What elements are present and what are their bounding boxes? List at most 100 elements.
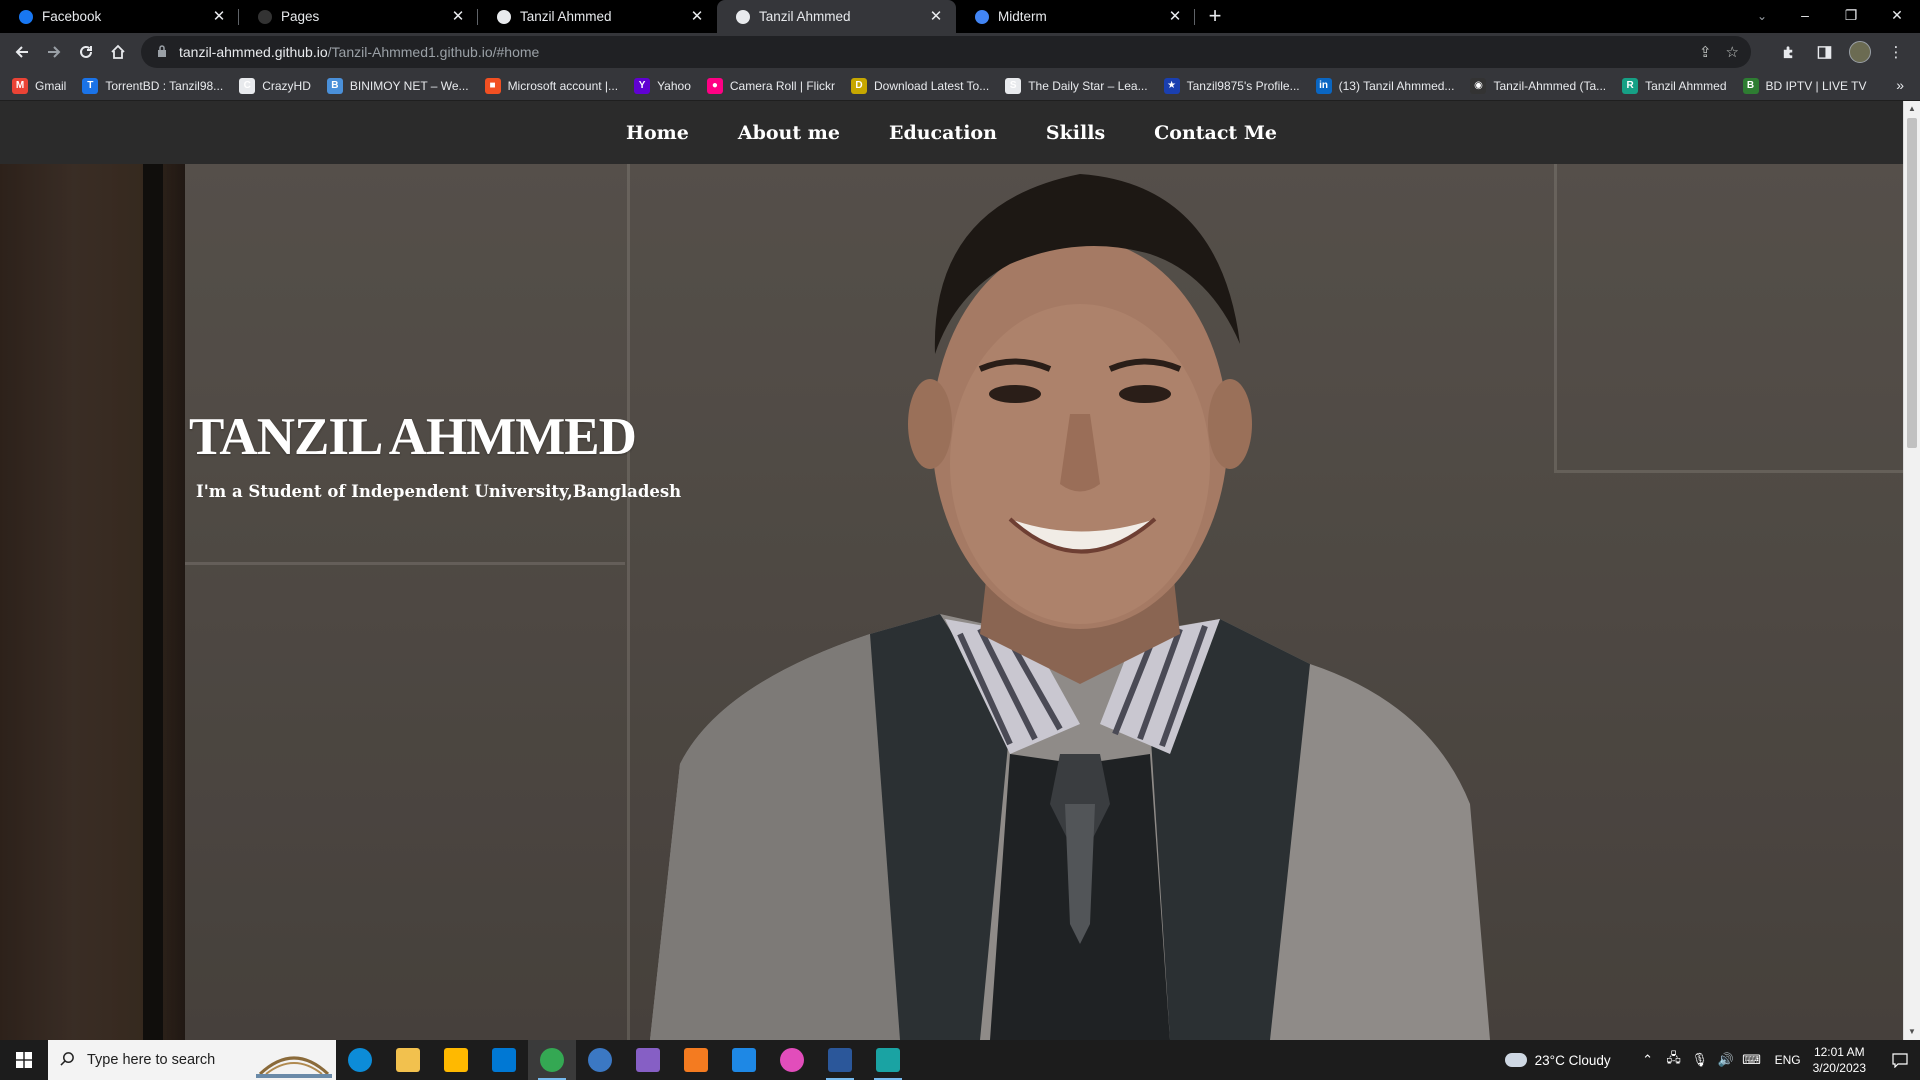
forward-button[interactable] (38, 36, 70, 68)
reload-icon (80, 45, 92, 58)
bookmark-star-icon[interactable]: ☆ (1726, 43, 1739, 61)
file-explorer-icon (396, 1048, 420, 1072)
close-tab-icon[interactable]: ✕ (450, 8, 466, 25)
browser-tab[interactable]: Midterm ✕ (956, 0, 1195, 33)
url-path: /Tanzil-Ahmmed1.github.io/#home (327, 44, 540, 60)
bookmark-item[interactable]: ● Camera Roll | Flickr (706, 77, 835, 94)
bookmark-item[interactable]: B BINIMOY NET – We... (326, 77, 469, 94)
qbittorrent-taskbar-button[interactable] (576, 1040, 624, 1080)
app-blue-taskbar-button[interactable] (720, 1040, 768, 1080)
binimoy-icon: B (326, 77, 343, 94)
lock-icon (157, 44, 167, 60)
messenger-taskbar-button[interactable] (768, 1040, 816, 1080)
crazyhd-icon: C (239, 77, 256, 94)
taskbar-search[interactable]: Type here to search (48, 1040, 336, 1080)
bookmarks-overflow-button[interactable]: » (1896, 77, 1904, 93)
windows-taskbar: Type here to search 23°C Cloudy ⌃ 🖧 🎙 🔊 … (0, 1040, 1920, 1080)
visual-studio-taskbar-button[interactable] (624, 1040, 672, 1080)
bookmark-item[interactable]: B BD IPTV | LIVE TV (1742, 77, 1866, 94)
start-button[interactable] (0, 1040, 48, 1080)
search-highlight-image (256, 1056, 332, 1078)
clock-date: 3/20/2023 (1812, 1061, 1866, 1075)
messenger-icon (780, 1048, 804, 1072)
volume-icon[interactable]: 🔊 (1715, 1052, 1737, 1068)
new-tab-button[interactable]: + (1201, 3, 1229, 31)
notification-center-icon[interactable] (1880, 1040, 1920, 1080)
classroom-icon (974, 9, 990, 25)
scroll-thumb[interactable] (1907, 118, 1917, 448)
minimize-button[interactable]: – (1782, 0, 1828, 30)
bookmark-item[interactable]: S The Daily Star – Lea... (1005, 77, 1148, 94)
github-icon (257, 9, 273, 25)
flickr-icon: ● (706, 77, 723, 94)
bookmark-item[interactable]: ★ Tanzil9875's Profile... (1163, 77, 1300, 94)
nav-education-link[interactable]: Education (889, 122, 997, 144)
bookmark-item[interactable]: in (13) Tanzil Ahmmed... (1315, 77, 1455, 94)
weather-widget[interactable]: 23°C Cloudy (1504, 1053, 1611, 1068)
address-bar[interactable]: tanzil-ahmmed.github.io/Tanzil-Ahmmed1.g… (141, 36, 1751, 68)
browser-tab[interactable]: Tanzil Ahmmed ✕ (717, 0, 956, 33)
image-app-taskbar-button[interactable] (864, 1040, 912, 1080)
linkedin-icon: in (1315, 77, 1332, 94)
word-taskbar-button[interactable] (816, 1040, 864, 1080)
home-button[interactable] (102, 36, 134, 68)
browser-tab[interactable]: Facebook ✕ (0, 0, 239, 33)
bookmark-item[interactable]: T TorrentBD : Tanzil98... (82, 77, 224, 94)
bookmark-item[interactable]: Y Yahoo (634, 77, 691, 94)
bookmark-label: (13) Tanzil Ahmmed... (1338, 78, 1455, 93)
side-panel-icon[interactable] (1808, 36, 1840, 68)
close-window-button[interactable]: ✕ (1874, 0, 1920, 30)
avatar (1849, 41, 1871, 63)
tab-title: Facebook (42, 9, 102, 24)
site-nav: Home About me Education Skills Contact Me (0, 101, 1903, 164)
bookmark-item[interactable]: D Download Latest To... (851, 77, 989, 94)
nav-about-link[interactable]: About me (738, 122, 840, 144)
vlc-taskbar-button[interactable] (672, 1040, 720, 1080)
page-scrollbar[interactable]: ▲ ▼ (1903, 101, 1920, 1040)
reload-button[interactable] (70, 36, 102, 68)
browser-tab[interactable]: Tanzil Ahmmed ✕ (478, 0, 717, 33)
close-tab-icon[interactable]: ✕ (689, 8, 705, 25)
back-button[interactable] (6, 36, 38, 68)
nav-home-link[interactable]: Home (626, 122, 689, 144)
bookmark-item[interactable]: C CrazyHD (239, 77, 311, 94)
bookmark-item[interactable]: ■ Microsoft account |... (484, 77, 618, 94)
home-icon (111, 44, 125, 59)
bookmark-label: Tanzil Ahmmed (1645, 78, 1727, 93)
clock[interactable]: 12:01 AM 3/20/2023 (1813, 1044, 1866, 1076)
yahoo-icon: Y (634, 77, 651, 94)
close-tab-icon[interactable]: ✕ (928, 8, 944, 25)
microphone-icon[interactable]: 🎙 (1689, 1052, 1711, 1068)
chrome-icon (540, 1048, 564, 1072)
keyboard-icon[interactable]: ⌨ (1741, 1052, 1763, 1068)
tab-search-button[interactable]: ⌄ (1748, 4, 1776, 28)
browser-tab[interactable]: Pages ✕ (239, 0, 478, 33)
profile-avatar[interactable] (1844, 36, 1876, 68)
network-icon[interactable]: 🖧 (1663, 1049, 1685, 1071)
scroll-up-arrow[interactable]: ▲ (1904, 101, 1920, 117)
bookmark-item[interactable]: R Tanzil Ahmmed (1622, 77, 1727, 94)
language-indicator[interactable]: ENG (1775, 1053, 1801, 1067)
close-tab-icon[interactable]: ✕ (211, 8, 227, 25)
bookmark-label: TorrentBD : Tanzil98... (105, 78, 224, 93)
chrome-taskbar-button[interactable] (528, 1040, 576, 1080)
mail-taskbar-button[interactable] (480, 1040, 528, 1080)
hero-title: TANZIL AHMMED (189, 408, 637, 466)
tab-strip: Facebook ✕ Pages ✕ Tanzil Ahmmed ✕ Tanzil Ahmm… (0, 0, 1920, 33)
scroll-down-arrow[interactable]: ▼ (1904, 1024, 1920, 1040)
nav-contact-link[interactable]: Contact Me (1154, 122, 1277, 144)
close-tab-icon[interactable]: ✕ (1167, 8, 1183, 25)
dailystar-icon: S (1005, 77, 1022, 94)
share-icon[interactable]: ⇪ (1699, 43, 1712, 61)
bookmark-item[interactable]: ◉ Tanzil-Ahmmed (Ta... (1470, 77, 1606, 94)
restore-button[interactable]: ❐ (1828, 0, 1874, 30)
extensions-icon[interactable] (1772, 36, 1804, 68)
file-explorer-taskbar-button[interactable] (384, 1040, 432, 1080)
show-hidden-icons-chevron-icon[interactable]: ⌃ (1637, 1052, 1659, 1068)
menu-kebab-icon[interactable]: ⋮ (1880, 36, 1912, 68)
url-host: tanzil-ahmmed.github.io (179, 44, 328, 60)
edge-taskbar-button[interactable] (336, 1040, 384, 1080)
bookmark-item[interactable]: M Gmail (12, 77, 66, 94)
store-taskbar-button[interactable] (432, 1040, 480, 1080)
nav-skills-link[interactable]: Skills (1046, 122, 1105, 144)
